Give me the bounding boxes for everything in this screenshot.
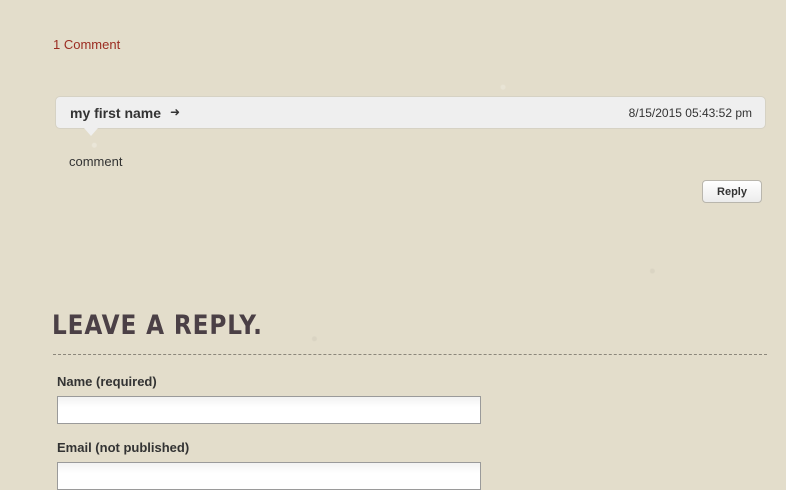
- email-field[interactable]: [57, 462, 481, 490]
- reply-section-title: LEAVE A REPLY.: [52, 310, 263, 341]
- dashed-divider: [53, 354, 767, 355]
- comment-header: my first name ➜ 8/15/2015 05:43:52 pm: [55, 96, 766, 136]
- email-field-label: Email (not published): [57, 440, 190, 455]
- comment-date: 8/15/2015 05:43:52 pm: [628, 106, 752, 120]
- name-field[interactable]: [57, 396, 481, 424]
- comment-body: comment: [69, 154, 123, 169]
- reply-button[interactable]: Reply: [702, 180, 762, 203]
- arrow-right-icon[interactable]: ➜: [170, 105, 180, 119]
- name-field-label: Name (required): [57, 374, 157, 389]
- comment-count-link[interactable]: 1 Comment: [53, 37, 120, 52]
- comment-author[interactable]: my first name: [70, 105, 161, 121]
